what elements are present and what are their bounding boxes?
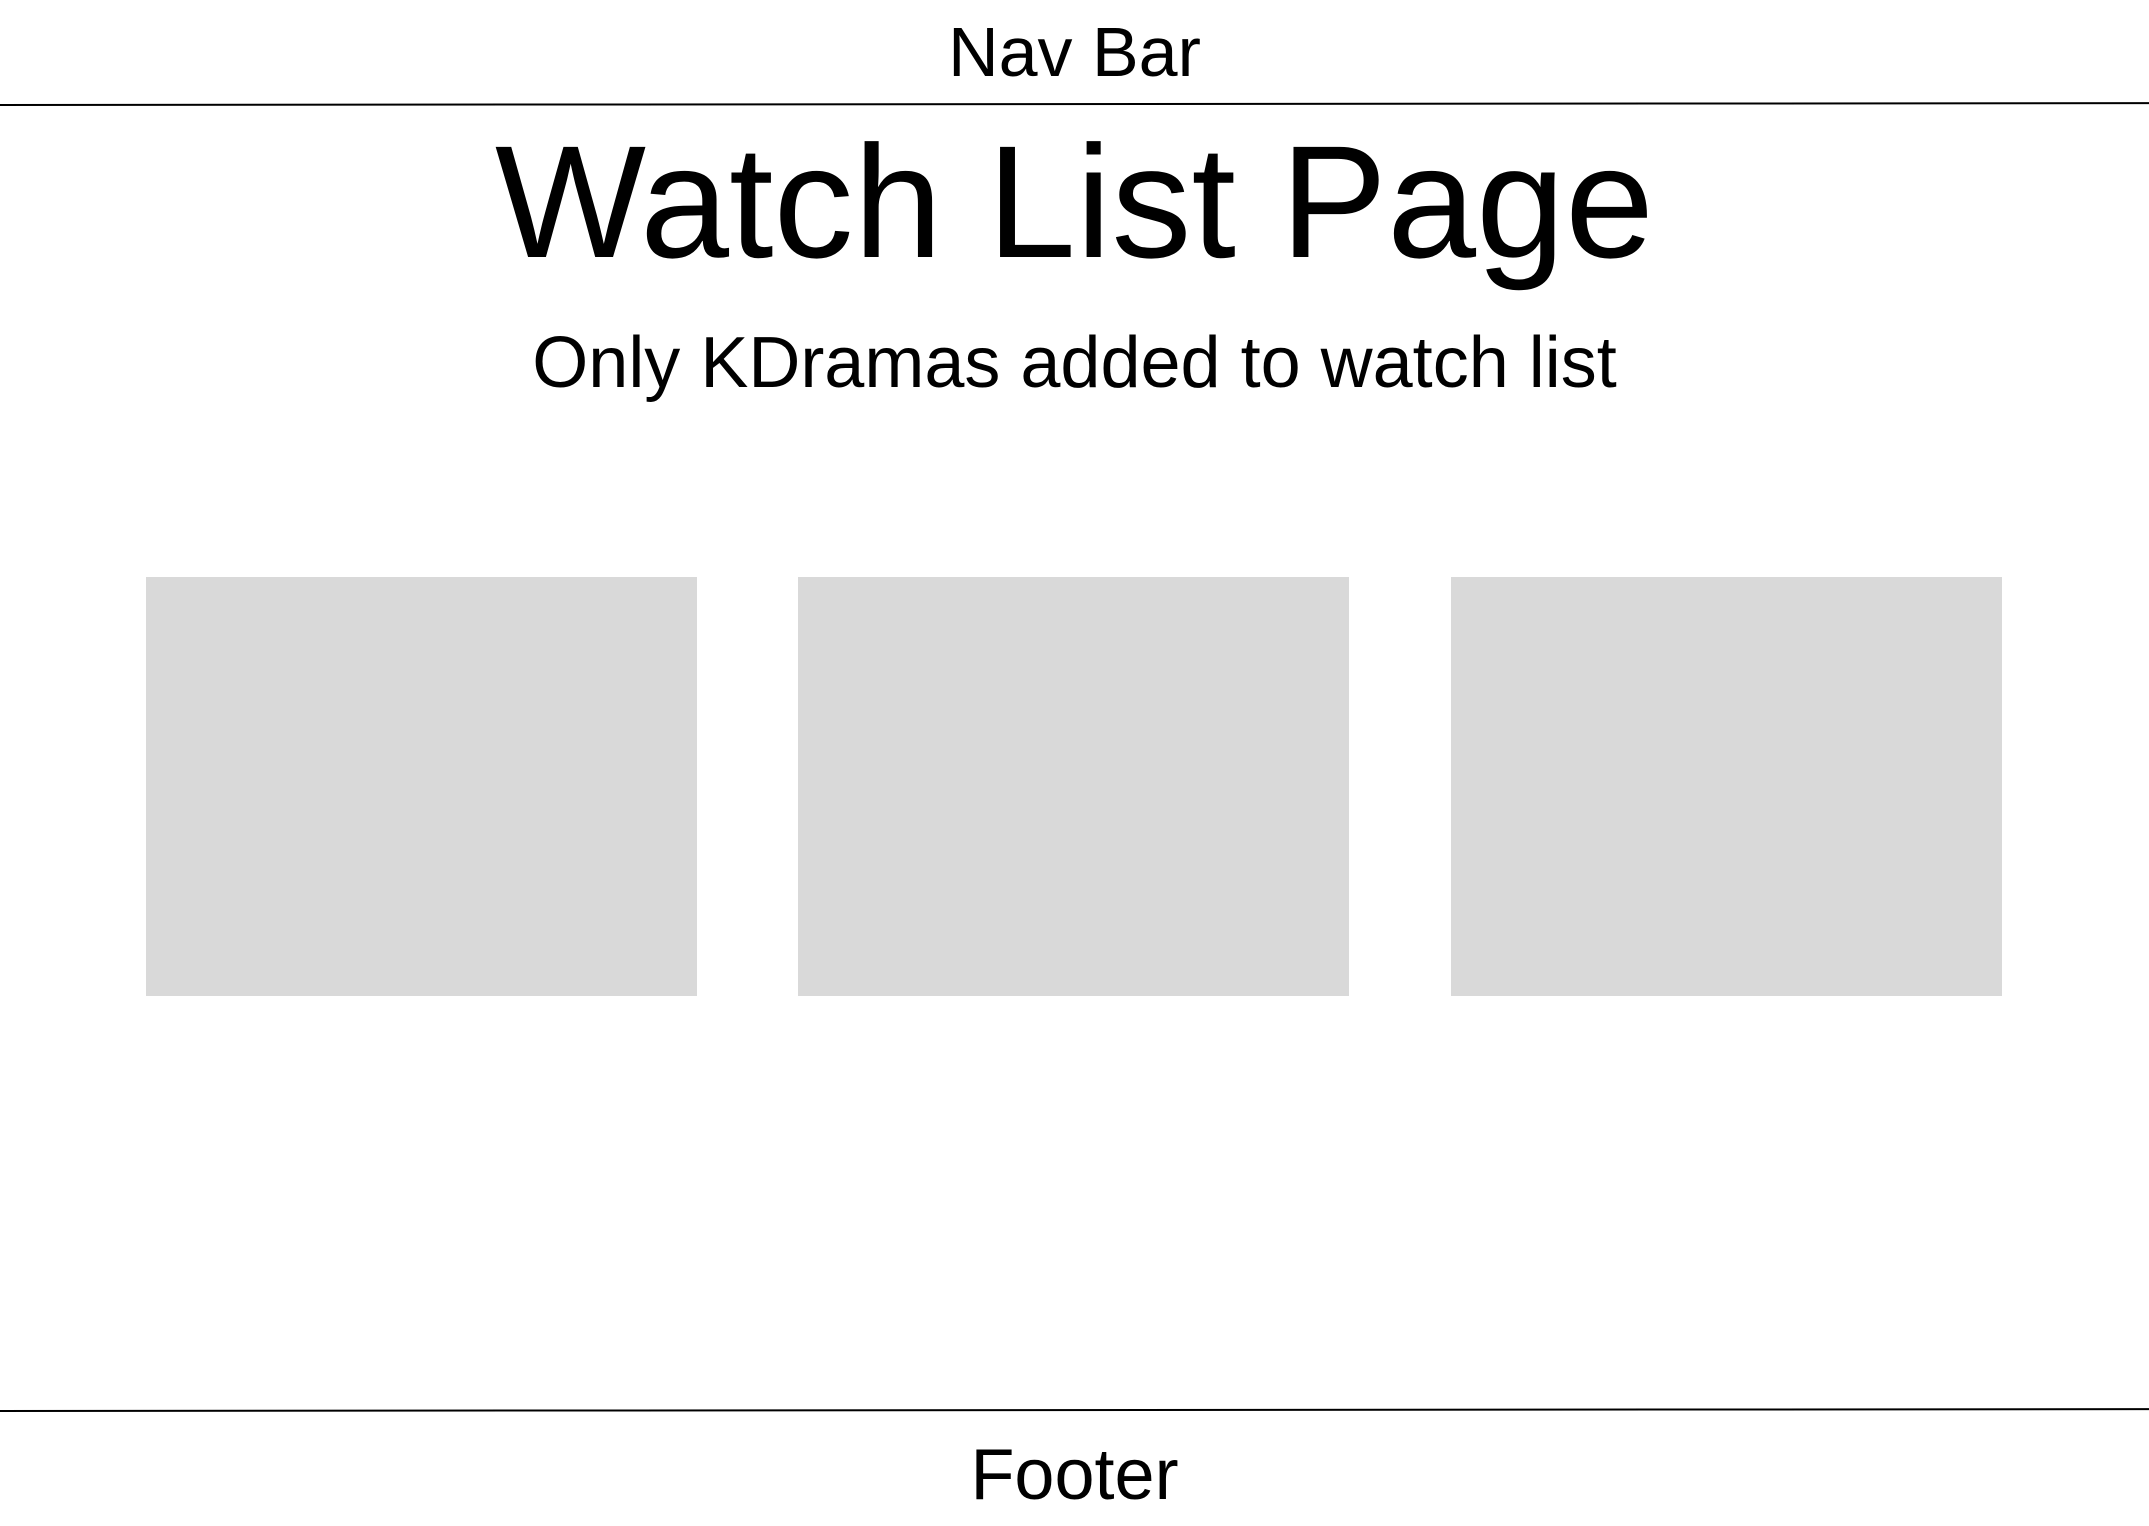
- page-subtitle: Only KDramas added to watch list: [532, 323, 1617, 403]
- footer: Footer: [970, 1435, 1179, 1515]
- nav-divider: [0, 102, 2149, 106]
- page-title: Watch List Page: [494, 112, 1655, 291]
- watchlist-card[interactable]: [146, 577, 697, 996]
- watchlist-card[interactable]: [1451, 577, 2002, 996]
- nav-bar: Nav Bar: [948, 13, 1201, 91]
- watchlist-card[interactable]: [798, 577, 1349, 996]
- footer-divider: [0, 1408, 2149, 1412]
